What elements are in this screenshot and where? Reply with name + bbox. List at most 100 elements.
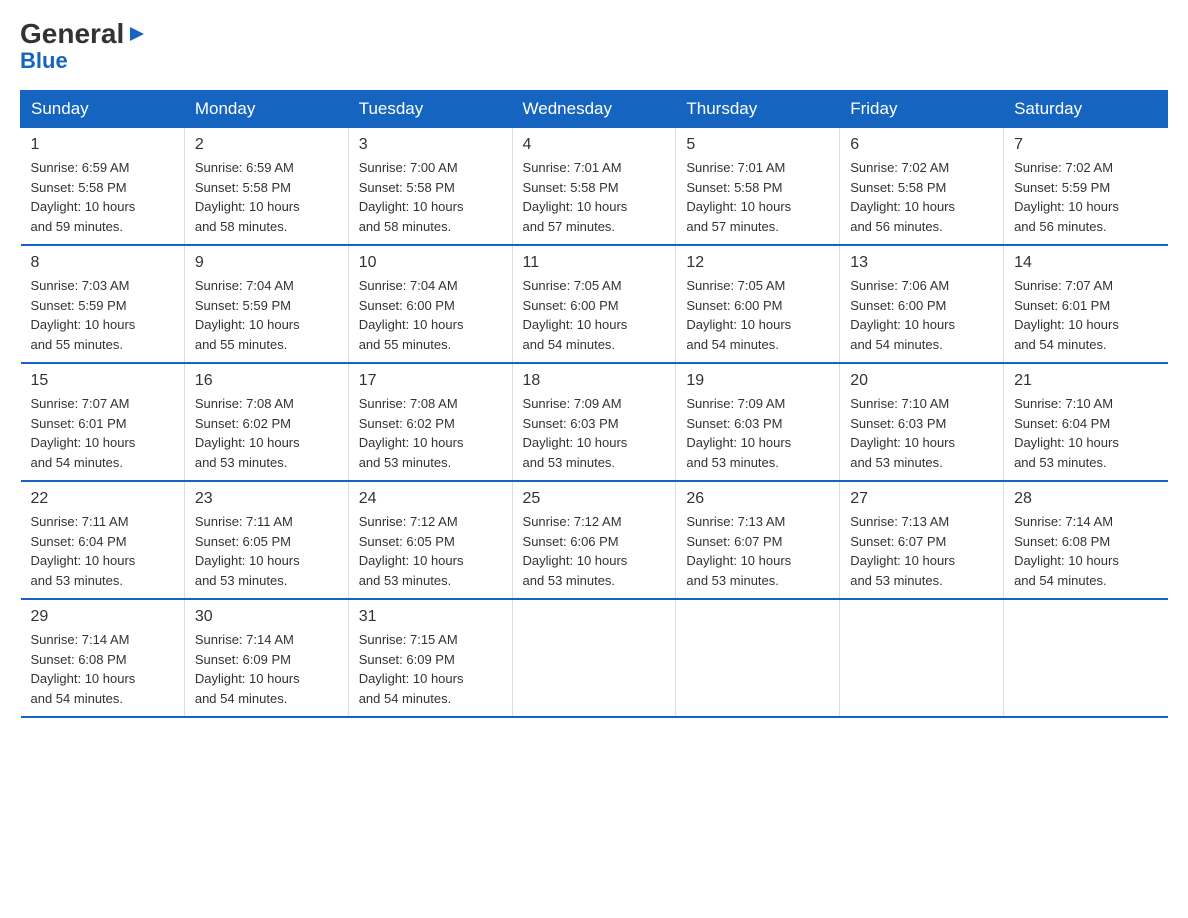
day-info: Sunrise: 7:03 AM Sunset: 5:59 PM Dayligh… [31, 276, 174, 354]
day-info: Sunrise: 7:00 AM Sunset: 5:58 PM Dayligh… [359, 158, 502, 236]
day-number: 14 [1014, 254, 1157, 272]
week-row-5: 29 Sunrise: 7:14 AM Sunset: 6:08 PM Dayl… [21, 599, 1168, 717]
calendar-header-row: SundayMondayTuesdayWednesdayThursdayFrid… [21, 91, 1168, 128]
calendar-cell: 13 Sunrise: 7:06 AM Sunset: 6:00 PM Dayl… [840, 245, 1004, 363]
calendar-cell: 19 Sunrise: 7:09 AM Sunset: 6:03 PM Dayl… [676, 363, 840, 481]
day-number: 3 [359, 136, 502, 154]
calendar-cell [512, 599, 676, 717]
calendar-cell: 6 Sunrise: 7:02 AM Sunset: 5:58 PM Dayli… [840, 128, 1004, 246]
day-number: 25 [523, 490, 666, 508]
calendar-cell: 5 Sunrise: 7:01 AM Sunset: 5:58 PM Dayli… [676, 128, 840, 246]
day-number: 13 [850, 254, 993, 272]
day-number: 23 [195, 490, 338, 508]
day-info: Sunrise: 7:09 AM Sunset: 6:03 PM Dayligh… [686, 394, 829, 472]
day-info: Sunrise: 7:07 AM Sunset: 6:01 PM Dayligh… [1014, 276, 1157, 354]
calendar-cell: 3 Sunrise: 7:00 AM Sunset: 5:58 PM Dayli… [348, 128, 512, 246]
day-number: 28 [1014, 490, 1157, 508]
day-number: 26 [686, 490, 829, 508]
day-info: Sunrise: 7:01 AM Sunset: 5:58 PM Dayligh… [686, 158, 829, 236]
day-number: 1 [31, 136, 174, 154]
day-number: 9 [195, 254, 338, 272]
day-number: 21 [1014, 372, 1157, 390]
day-info: Sunrise: 7:04 AM Sunset: 6:00 PM Dayligh… [359, 276, 502, 354]
day-info: Sunrise: 7:05 AM Sunset: 6:00 PM Dayligh… [686, 276, 829, 354]
day-number: 20 [850, 372, 993, 390]
calendar-cell: 11 Sunrise: 7:05 AM Sunset: 6:00 PM Dayl… [512, 245, 676, 363]
day-info: Sunrise: 6:59 AM Sunset: 5:58 PM Dayligh… [31, 158, 174, 236]
day-info: Sunrise: 7:12 AM Sunset: 6:06 PM Dayligh… [523, 512, 666, 590]
day-info: Sunrise: 7:11 AM Sunset: 6:05 PM Dayligh… [195, 512, 338, 590]
day-number: 4 [523, 136, 666, 154]
day-number: 18 [523, 372, 666, 390]
week-row-2: 8 Sunrise: 7:03 AM Sunset: 5:59 PM Dayli… [21, 245, 1168, 363]
calendar-cell: 17 Sunrise: 7:08 AM Sunset: 6:02 PM Dayl… [348, 363, 512, 481]
day-info: Sunrise: 7:05 AM Sunset: 6:00 PM Dayligh… [523, 276, 666, 354]
day-info: Sunrise: 7:14 AM Sunset: 6:08 PM Dayligh… [31, 630, 174, 708]
day-info: Sunrise: 7:01 AM Sunset: 5:58 PM Dayligh… [523, 158, 666, 236]
header-monday: Monday [184, 91, 348, 128]
calendar-cell: 14 Sunrise: 7:07 AM Sunset: 6:01 PM Dayl… [1004, 245, 1168, 363]
calendar-cell: 21 Sunrise: 7:10 AM Sunset: 6:04 PM Dayl… [1004, 363, 1168, 481]
day-info: Sunrise: 7:10 AM Sunset: 6:03 PM Dayligh… [850, 394, 993, 472]
day-number: 19 [686, 372, 829, 390]
day-info: Sunrise: 7:08 AM Sunset: 6:02 PM Dayligh… [359, 394, 502, 472]
calendar-cell: 25 Sunrise: 7:12 AM Sunset: 6:06 PM Dayl… [512, 481, 676, 599]
logo-triangle-icon [126, 23, 148, 45]
calendar-cell: 29 Sunrise: 7:14 AM Sunset: 6:08 PM Dayl… [21, 599, 185, 717]
calendar-cell: 2 Sunrise: 6:59 AM Sunset: 5:58 PM Dayli… [184, 128, 348, 246]
calendar-cell [1004, 599, 1168, 717]
day-info: Sunrise: 7:09 AM Sunset: 6:03 PM Dayligh… [523, 394, 666, 472]
day-number: 8 [31, 254, 174, 272]
day-number: 30 [195, 608, 338, 626]
day-info: Sunrise: 7:14 AM Sunset: 6:08 PM Dayligh… [1014, 512, 1157, 590]
day-number: 2 [195, 136, 338, 154]
day-number: 6 [850, 136, 993, 154]
day-info: Sunrise: 7:10 AM Sunset: 6:04 PM Dayligh… [1014, 394, 1157, 472]
logo-blue: Blue [20, 48, 68, 74]
calendar-cell: 27 Sunrise: 7:13 AM Sunset: 6:07 PM Dayl… [840, 481, 1004, 599]
calendar-cell: 15 Sunrise: 7:07 AM Sunset: 6:01 PM Dayl… [21, 363, 185, 481]
calendar-cell: 9 Sunrise: 7:04 AM Sunset: 5:59 PM Dayli… [184, 245, 348, 363]
calendar-cell: 31 Sunrise: 7:15 AM Sunset: 6:09 PM Dayl… [348, 599, 512, 717]
calendar-cell: 18 Sunrise: 7:09 AM Sunset: 6:03 PM Dayl… [512, 363, 676, 481]
calendar-cell: 8 Sunrise: 7:03 AM Sunset: 5:59 PM Dayli… [21, 245, 185, 363]
day-info: Sunrise: 7:14 AM Sunset: 6:09 PM Dayligh… [195, 630, 338, 708]
calendar-cell: 30 Sunrise: 7:14 AM Sunset: 6:09 PM Dayl… [184, 599, 348, 717]
day-info: Sunrise: 7:08 AM Sunset: 6:02 PM Dayligh… [195, 394, 338, 472]
calendar-cell [676, 599, 840, 717]
calendar-table: SundayMondayTuesdayWednesdayThursdayFrid… [20, 90, 1168, 718]
day-info: Sunrise: 7:04 AM Sunset: 5:59 PM Dayligh… [195, 276, 338, 354]
calendar-cell: 7 Sunrise: 7:02 AM Sunset: 5:59 PM Dayli… [1004, 128, 1168, 246]
calendar-cell: 22 Sunrise: 7:11 AM Sunset: 6:04 PM Dayl… [21, 481, 185, 599]
day-number: 17 [359, 372, 502, 390]
calendar-cell: 16 Sunrise: 7:08 AM Sunset: 6:02 PM Dayl… [184, 363, 348, 481]
calendar-cell: 10 Sunrise: 7:04 AM Sunset: 6:00 PM Dayl… [348, 245, 512, 363]
calendar-cell: 4 Sunrise: 7:01 AM Sunset: 5:58 PM Dayli… [512, 128, 676, 246]
header-friday: Friday [840, 91, 1004, 128]
calendar-cell: 26 Sunrise: 7:13 AM Sunset: 6:07 PM Dayl… [676, 481, 840, 599]
day-info: Sunrise: 7:02 AM Sunset: 5:59 PM Dayligh… [1014, 158, 1157, 236]
day-info: Sunrise: 6:59 AM Sunset: 5:58 PM Dayligh… [195, 158, 338, 236]
day-info: Sunrise: 7:11 AM Sunset: 6:04 PM Dayligh… [31, 512, 174, 590]
header-thursday: Thursday [676, 91, 840, 128]
calendar-cell: 1 Sunrise: 6:59 AM Sunset: 5:58 PM Dayli… [21, 128, 185, 246]
day-number: 24 [359, 490, 502, 508]
day-number: 27 [850, 490, 993, 508]
page-header: General Blue [20, 20, 1168, 74]
logo-general: General [20, 20, 124, 48]
header-sunday: Sunday [21, 91, 185, 128]
week-row-4: 22 Sunrise: 7:11 AM Sunset: 6:04 PM Dayl… [21, 481, 1168, 599]
calendar-cell: 24 Sunrise: 7:12 AM Sunset: 6:05 PM Dayl… [348, 481, 512, 599]
day-info: Sunrise: 7:15 AM Sunset: 6:09 PM Dayligh… [359, 630, 502, 708]
day-info: Sunrise: 7:12 AM Sunset: 6:05 PM Dayligh… [359, 512, 502, 590]
header-tuesday: Tuesday [348, 91, 512, 128]
week-row-1: 1 Sunrise: 6:59 AM Sunset: 5:58 PM Dayli… [21, 128, 1168, 246]
calendar-cell: 12 Sunrise: 7:05 AM Sunset: 6:00 PM Dayl… [676, 245, 840, 363]
day-number: 31 [359, 608, 502, 626]
calendar-cell: 20 Sunrise: 7:10 AM Sunset: 6:03 PM Dayl… [840, 363, 1004, 481]
calendar-cell [840, 599, 1004, 717]
week-row-3: 15 Sunrise: 7:07 AM Sunset: 6:01 PM Dayl… [21, 363, 1168, 481]
day-number: 29 [31, 608, 174, 626]
day-number: 5 [686, 136, 829, 154]
day-info: Sunrise: 7:13 AM Sunset: 6:07 PM Dayligh… [686, 512, 829, 590]
